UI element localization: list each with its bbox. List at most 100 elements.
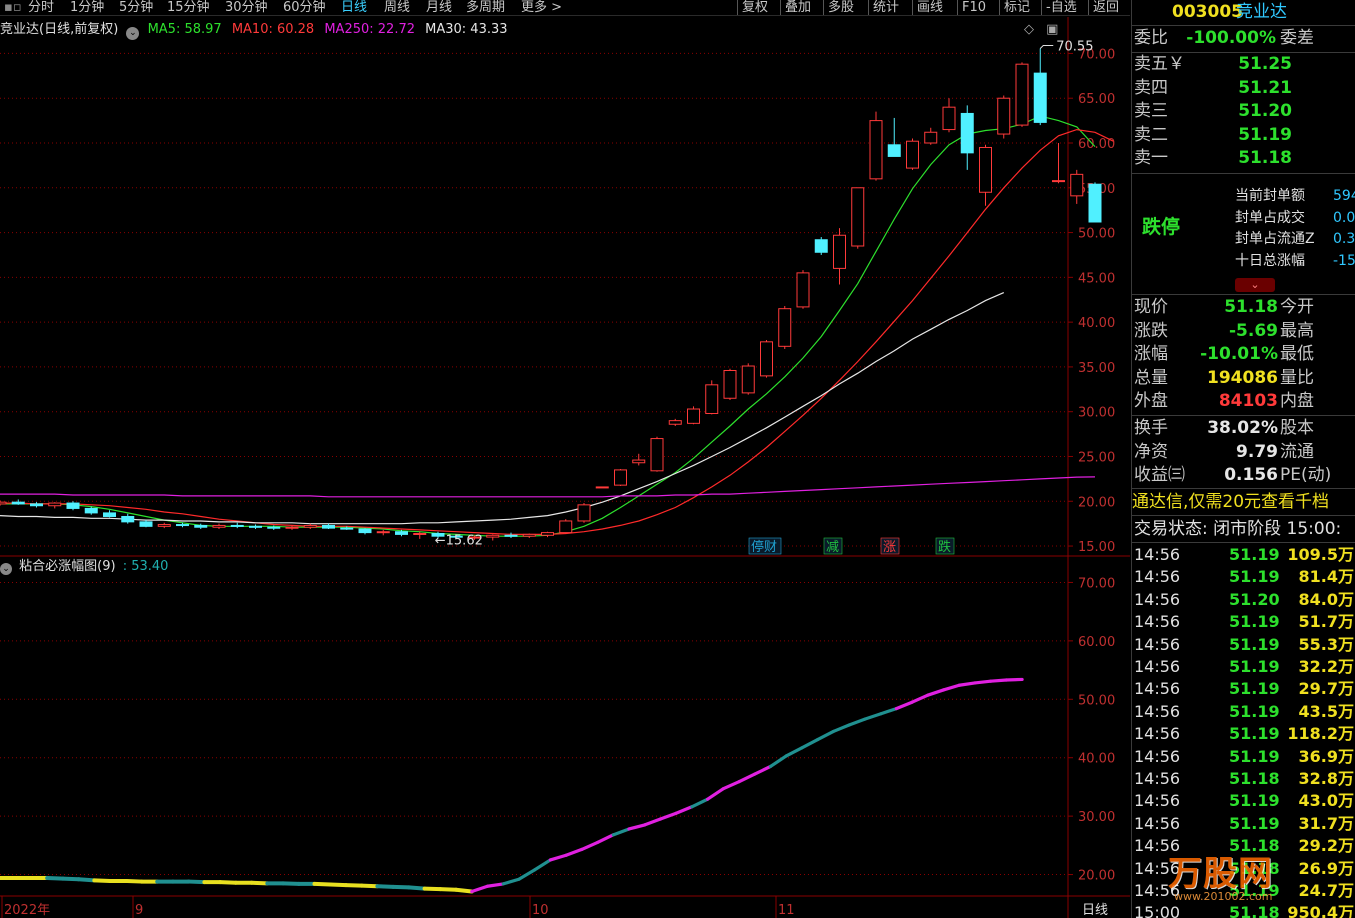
toolbar-button-0[interactable]: 复权	[737, 0, 772, 15]
period-5[interactable]: 60分钟	[283, 0, 326, 15]
candle-body-5	[84, 507, 98, 514]
seal-row-0: 当前封单额 594.2	[1132, 186, 1355, 206]
candle-57	[1033, 48, 1047, 126]
tick-price-16: 51.18	[1229, 903, 1280, 918]
candle-body-58	[1052, 180, 1065, 183]
ask-label-1: 卖四	[1134, 77, 1168, 98]
fund-val-0: 38.02%	[1207, 418, 1278, 438]
legend-toggle-icon[interactable]: ⌄	[126, 27, 140, 40]
candle-35	[632, 453, 646, 466]
ad-banner[interactable]: 通达信,仅需20元查看千档	[1132, 490, 1355, 514]
period-2[interactable]: 5分钟	[119, 0, 153, 15]
candle-body-35	[632, 459, 646, 464]
candle-body-37	[668, 420, 682, 425]
collapse-chevron-icon[interactable]: ⌄	[1235, 278, 1275, 292]
tick-price-4: 51.19	[1229, 634, 1280, 654]
tick-time-16: 15:00	[1134, 903, 1181, 918]
toolbar-button-7[interactable]: -自选	[1041, 0, 1081, 15]
tick-vol-8: 118.2万	[1287, 724, 1354, 744]
ask-label-4: 卖一	[1134, 148, 1168, 169]
toolbar-button-5[interactable]: F10	[957, 0, 990, 15]
quote-label2-4: 内盘	[1280, 391, 1314, 412]
tick-vol-10: 32.8万	[1298, 769, 1354, 788]
tick-price-8: 51.19	[1229, 724, 1280, 744]
tick-price-5: 51.19	[1229, 657, 1280, 676]
candle-body-2	[30, 503, 43, 507]
indicator-seg-58	[894, 700, 914, 711]
ma5-label: MA5: 58.97	[147, 22, 222, 37]
menu-icon[interactable]: ▪▫	[4, 0, 22, 15]
quote-row-1: 涨跌 -5.69 最高	[1132, 320, 1355, 343]
candle-body-52	[942, 106, 956, 131]
indicator-value: : 53.40	[122, 559, 169, 574]
price-tick-label-8: 30.00	[1078, 406, 1115, 421]
indicator-seg-48	[737, 772, 757, 784]
candle-28	[504, 532, 518, 538]
period-3[interactable]: 15分钟	[167, 0, 210, 15]
candle-37	[668, 418, 682, 427]
candle-body-46	[833, 234, 846, 269]
candle-body-23	[413, 533, 427, 536]
ma-line-ma250	[0, 476, 1096, 498]
period-9[interactable]: 多周期	[466, 0, 505, 15]
tick-row-12: 14:56 51.19 31.7万	[1132, 813, 1355, 836]
sep-6	[1132, 488, 1355, 489]
tick-row-16: 15:00 51.18 950.4万	[1132, 902, 1355, 918]
sep-8	[1132, 542, 1355, 543]
period-1[interactable]: 1分钟	[70, 0, 104, 15]
period-8[interactable]: 月线	[426, 0, 452, 15]
fund-row-2: 收益㈢ 0.156 PE(动)	[1132, 464, 1355, 487]
candle-5	[84, 506, 98, 515]
ma-line-ma30	[0, 292, 1005, 525]
tick-row-11: 14:56 51.19 43.0万	[1132, 790, 1355, 813]
candle-body-3	[48, 502, 62, 507]
tick-price-3: 51.19	[1229, 612, 1280, 632]
fund-val-1: 9.79	[1236, 441, 1278, 462]
tick-time-4: 14:56	[1134, 634, 1181, 654]
candle-44	[796, 270, 810, 309]
quote-row-3: 总量 194086 量比	[1132, 367, 1355, 390]
toolbar-button-1[interactable]: 叠加	[780, 0, 815, 15]
tick-vol-16: 950.4万	[1287, 903, 1354, 918]
ma10-label: MA10: 60.28	[231, 22, 315, 37]
toolbar-button-8[interactable]: 返回	[1088, 0, 1123, 15]
candle-body-41	[741, 365, 755, 394]
ask-label-2: 卖三	[1134, 101, 1168, 122]
candle-42	[760, 340, 773, 378]
tick-time-0: 14:56	[1134, 545, 1181, 564]
indicator-toggle-icon[interactable]: ⌄	[0, 563, 12, 575]
tick-vol-1: 81.4万	[1298, 567, 1354, 587]
seal-row-2: 封单占流通Z 0.31	[1132, 229, 1355, 249]
candle-7	[121, 513, 135, 524]
period-4[interactable]: 30分钟	[225, 0, 268, 15]
price-tick-label-11: 15.00	[1078, 540, 1115, 555]
candle-body-53	[960, 112, 974, 154]
date-label-3: 11	[778, 903, 795, 918]
candle-body-38	[687, 408, 700, 424]
candle-48	[869, 111, 883, 181]
indicator-title: 粘合必涨幅图(9)	[19, 559, 116, 574]
candle-47	[851, 187, 865, 249]
kline-chart[interactable]: 70.0065.0060.0055.0050.0045.0040.0035.00…	[0, 17, 1130, 918]
tick-row-5: 14:56 51.19 32.2万	[1132, 656, 1355, 679]
candle-body-43	[778, 308, 792, 347]
period-10[interactable]: 更多 >	[521, 0, 562, 15]
toolbar-button-6[interactable]: 标记	[999, 0, 1034, 15]
indicator-seg-55	[847, 717, 867, 727]
period-7[interactable]: 周线	[384, 0, 410, 15]
toolbar-button-4[interactable]: 画线	[912, 0, 947, 15]
window-icon[interactable]: ▣	[1046, 22, 1058, 37]
seal-label-1: 封单占成交	[1235, 209, 1305, 226]
candle-51	[924, 127, 938, 145]
watermark-logo: 万股网	[1168, 854, 1273, 894]
period-6[interactable]: 日线	[341, 0, 367, 15]
toolbar-button-2[interactable]: 多股	[823, 0, 858, 15]
indicator-seg-59	[910, 693, 930, 704]
tick-row-3: 14:56 51.19 51.7万	[1132, 611, 1355, 634]
indicator-seg-9	[123, 878, 144, 884]
quote-label-0: 现价	[1134, 297, 1168, 317]
diamond-icon[interactable]: ◇	[1024, 22, 1034, 37]
toolbar-button-3[interactable]: 统计	[868, 0, 903, 15]
period-0[interactable]: 分时	[28, 0, 54, 15]
candle-body-21	[376, 531, 390, 534]
